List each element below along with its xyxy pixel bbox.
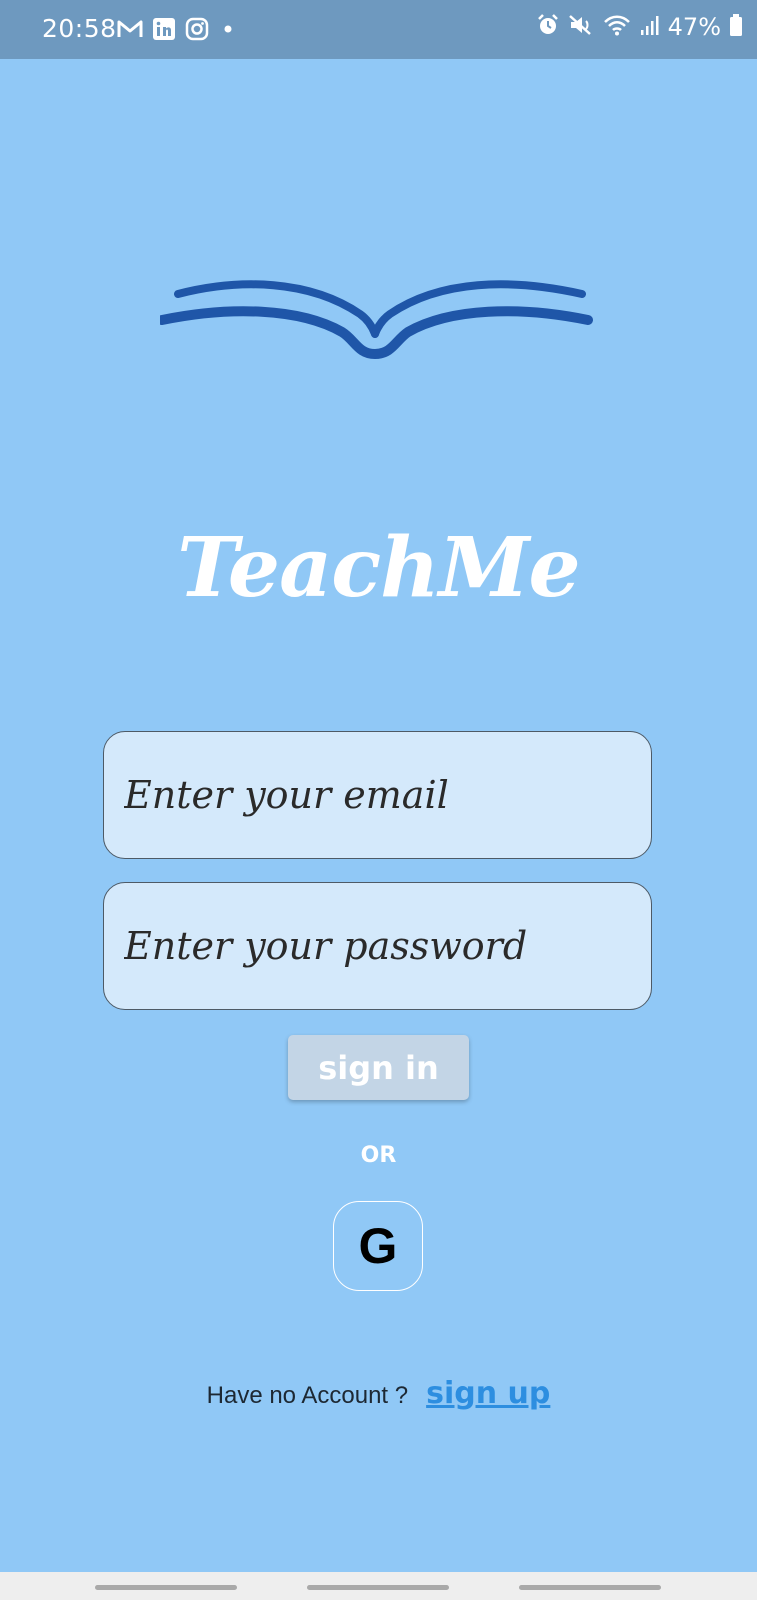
- nav-back-handle[interactable]: [519, 1585, 661, 1590]
- signal-icon: [640, 13, 660, 41]
- battery-percent: 47%: [667, 13, 721, 41]
- status-time: 20:58: [42, 14, 117, 43]
- nav-home-handle[interactable]: [307, 1585, 449, 1590]
- signup-prompt: Have no Account ?: [206, 1382, 409, 1409]
- wifi-icon: [602, 13, 632, 41]
- linkedin-icon: [152, 17, 176, 45]
- or-divider-label: OR: [360, 1143, 397, 1168]
- email-field-container[interactable]: [103, 731, 652, 859]
- google-icon: G: [358, 1218, 398, 1274]
- password-field[interactable]: [104, 883, 651, 1009]
- open-book-icon: [160, 280, 593, 360]
- system-nav-bar: [0, 1572, 757, 1600]
- google-sign-in-button[interactable]: G: [333, 1201, 423, 1291]
- gmail-icon: [117, 19, 143, 43]
- mute-icon: [568, 13, 594, 41]
- status-right-icons: 47%: [536, 13, 743, 41]
- status-bar: 20:58 47%: [0, 0, 757, 59]
- alarm-icon: [536, 13, 560, 41]
- battery-icon: [729, 13, 743, 41]
- nav-recents-handle[interactable]: [95, 1585, 237, 1590]
- signup-row: Have no Account ? sign up: [0, 1376, 757, 1411]
- status-left-icons: [117, 17, 234, 45]
- dot-icon: [218, 21, 234, 41]
- password-field-container[interactable]: [103, 882, 652, 1010]
- app-title: TeachMe: [177, 520, 580, 616]
- instagram-icon: [185, 17, 209, 45]
- email-field[interactable]: [104, 732, 651, 858]
- sign-in-button[interactable]: sign in: [288, 1035, 469, 1100]
- sign-up-link[interactable]: sign up: [426, 1376, 550, 1411]
